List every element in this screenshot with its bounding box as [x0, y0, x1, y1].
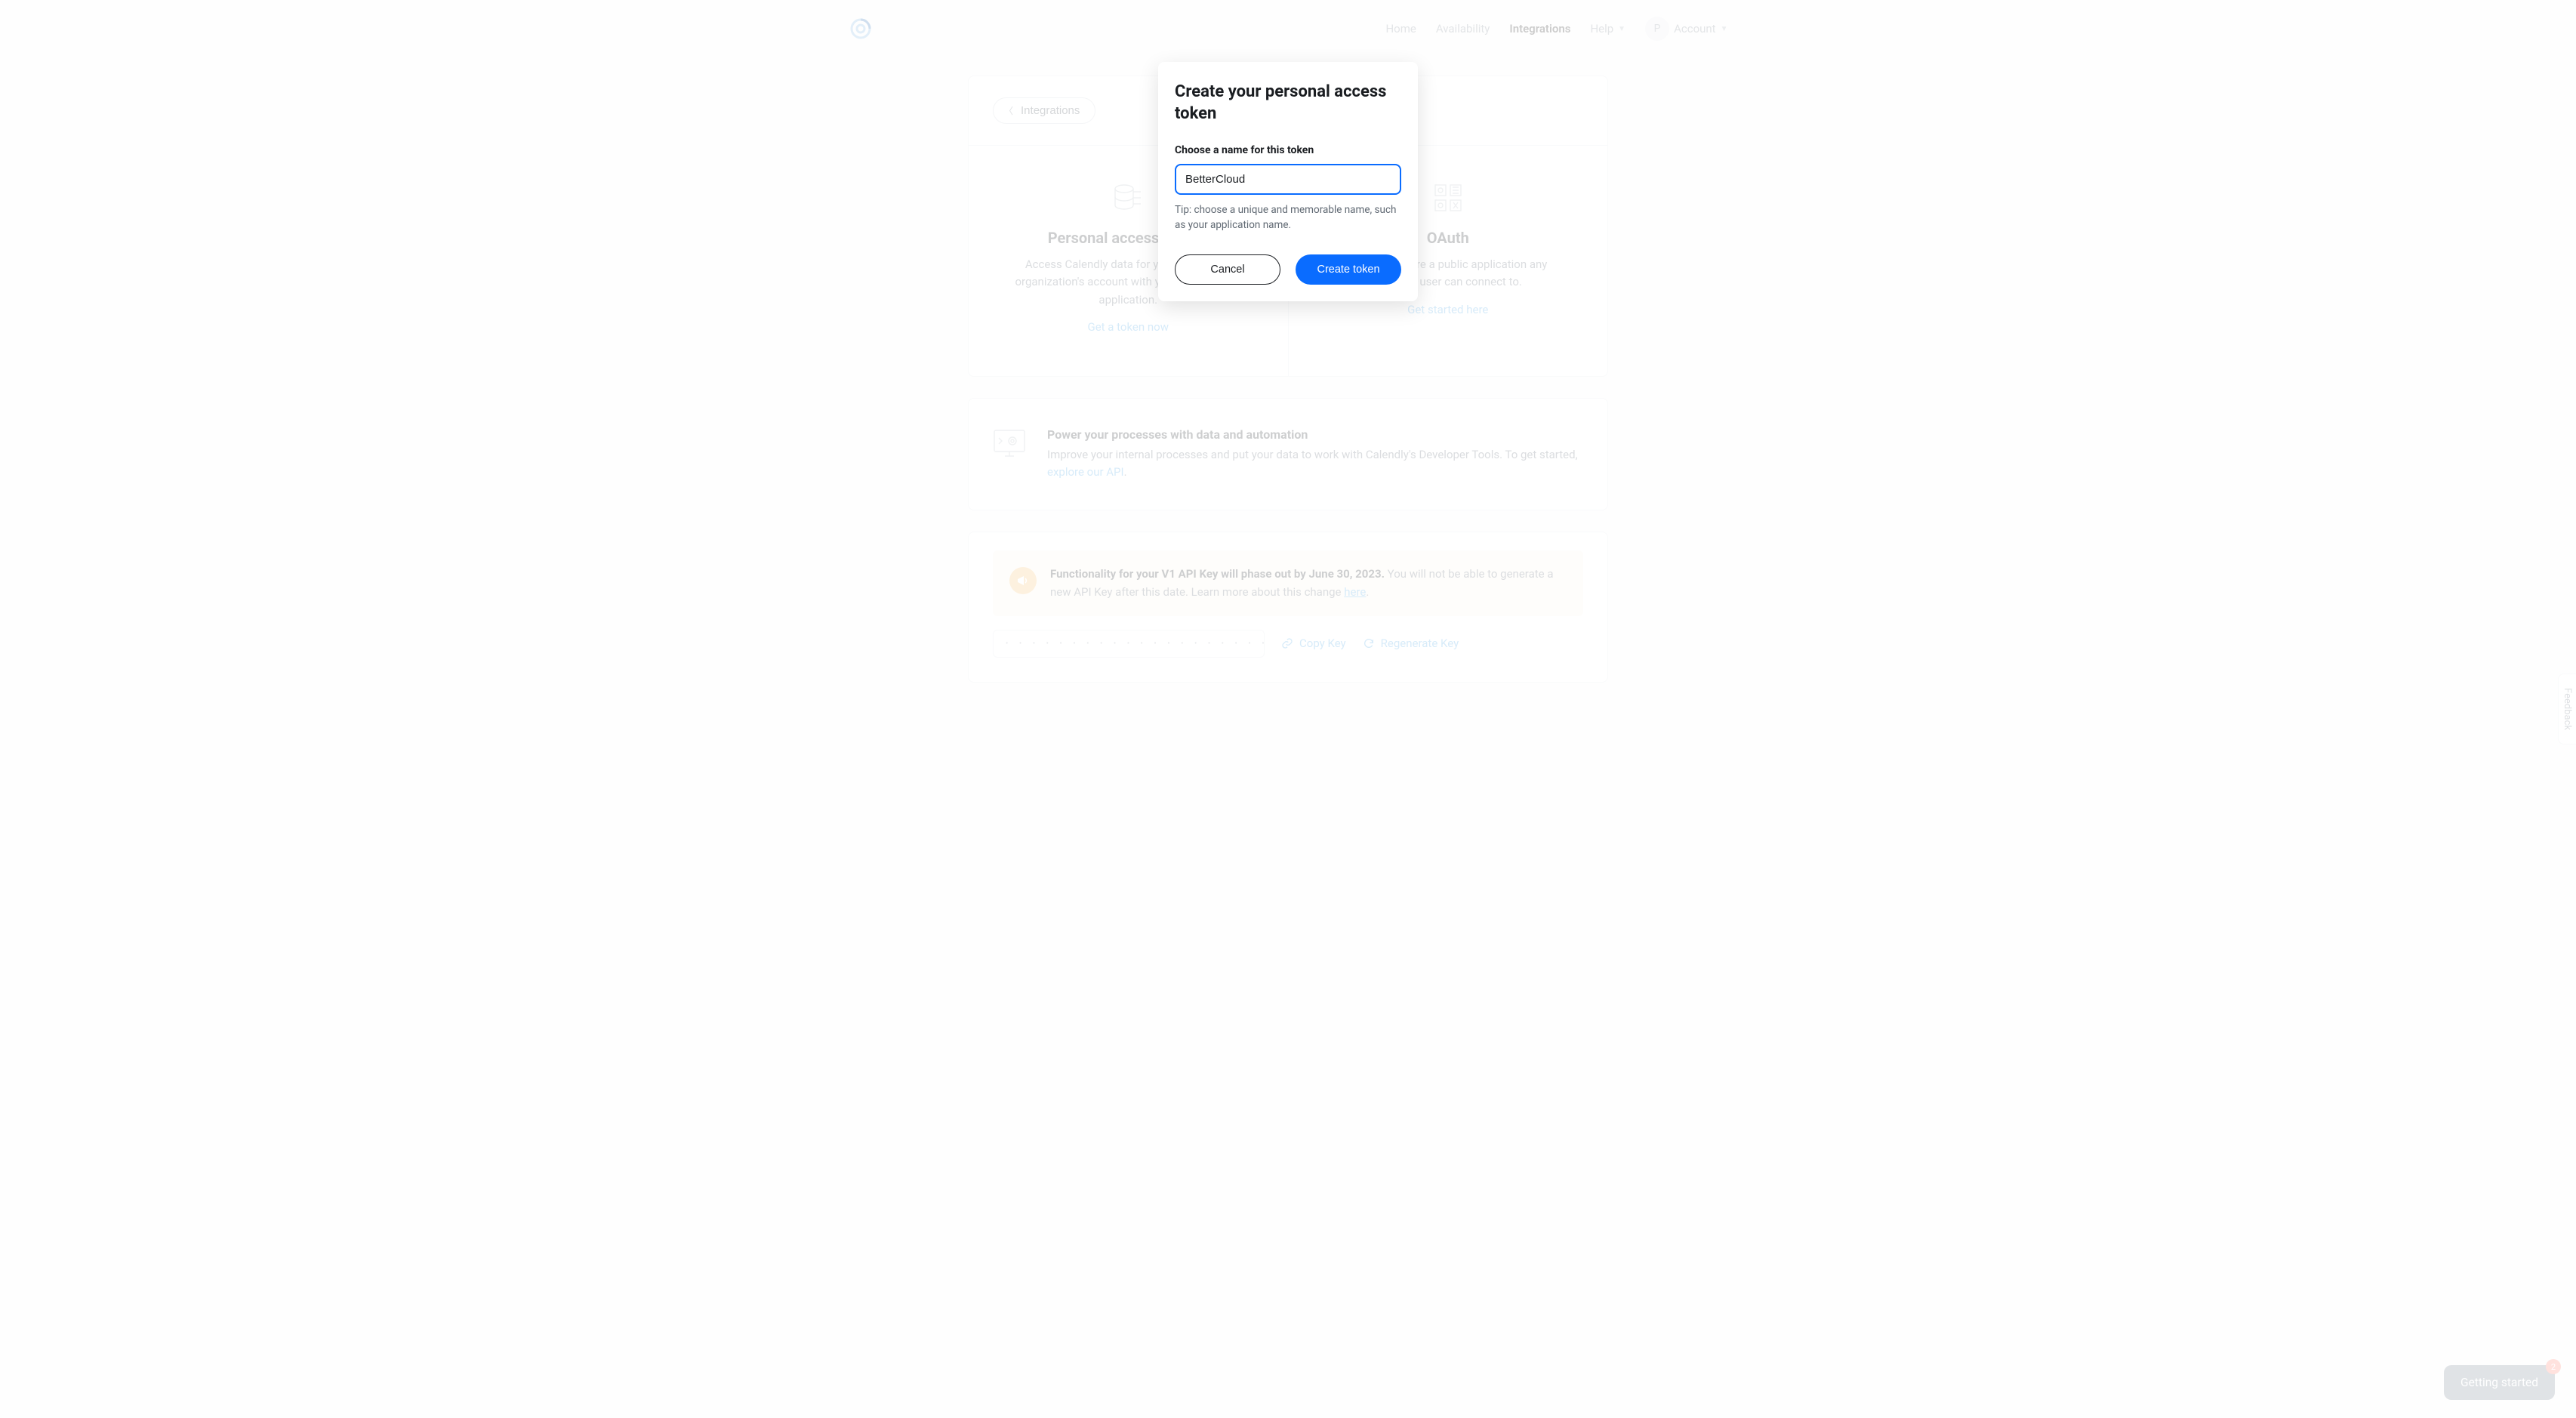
token-name-tip: Tip: choose a unique and memorable name,…: [1175, 202, 1401, 233]
modal-title: Create your personal access token: [1175, 82, 1401, 125]
token-name-input[interactable]: [1175, 164, 1401, 195]
cancel-button[interactable]: Cancel: [1175, 254, 1280, 285]
create-token-modal: Create your personal access token Choose…: [1158, 62, 1418, 301]
token-name-label: Choose a name for this token: [1175, 144, 1401, 156]
create-token-button[interactable]: Create token: [1296, 254, 1401, 285]
modal-overlay[interactable]: Create your personal access token Choose…: [0, 0, 2576, 1418]
